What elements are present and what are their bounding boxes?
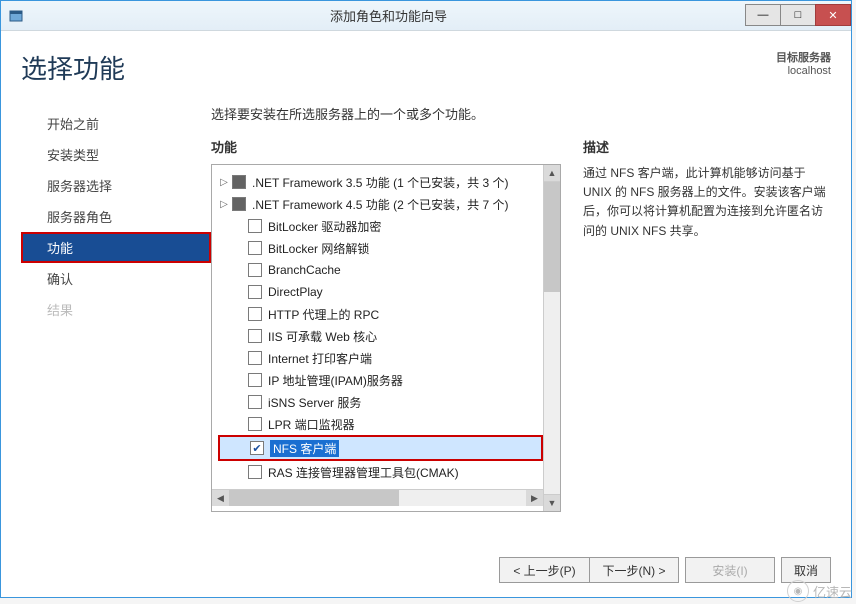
checkbox[interactable] (232, 197, 246, 211)
features-tree-scroll: ▷ .NET Framework 3.5 功能 (1 个已安装，共 3 个) ▷ .N… (212, 165, 543, 511)
page-title: 选择功能 (21, 49, 125, 86)
nav-button-group: < 上一步(P) 下一步(N) > (499, 557, 679, 583)
app-icon (1, 9, 31, 23)
previous-button[interactable]: < 上一步(P) (499, 557, 589, 583)
h-scroll-track[interactable] (229, 490, 526, 506)
checkbox[interactable] (248, 465, 262, 479)
checkbox[interactable] (248, 329, 262, 343)
checkbox[interactable] (248, 263, 262, 277)
titlebar: 添加角色和功能向导 — □ ✕ (1, 1, 851, 31)
scroll-down-icon[interactable]: ▼ (544, 494, 560, 511)
tree-row[interactable]: NFS 客户端 (220, 437, 541, 459)
minimize-button[interactable]: — (745, 4, 781, 26)
tree-row[interactable]: ▷ .NET Framework 4.5 功能 (2 个已安装，共 7 个) (218, 193, 543, 215)
install-button: 安装(I) (685, 557, 775, 583)
window-buttons: — □ ✕ (746, 5, 851, 26)
tree-item-label: RAS 连接管理器管理工具包(CMAK) (268, 464, 459, 481)
description-text: 通过 NFS 客户端，此计算机能够访问基于 UNIX 的 NFS 服务器上的文件… (583, 164, 831, 241)
tree-item-label: IIS 可承载 Web 核心 (268, 328, 377, 345)
description-label: 描述 (583, 137, 831, 156)
tree-row[interactable]: DirectPlay (218, 281, 543, 303)
tree-item-label: iSNS Server 服务 (268, 394, 361, 411)
horizontal-scrollbar[interactable]: ◀ ▶ (212, 489, 543, 506)
checkbox[interactable] (248, 395, 262, 409)
cancel-button[interactable]: 取消 (781, 557, 831, 583)
tree-row[interactable]: Internet 打印客户端 (218, 347, 543, 369)
sidebar-item-install-type[interactable]: 安装类型 (21, 139, 211, 170)
tree-item-label: NFS 客户端 (270, 440, 339, 457)
header-row: 选择功能 目标服务器 localhost (21, 49, 831, 86)
checkbox[interactable] (248, 219, 262, 233)
tree-item-label: IP 地址管理(IPAM)服务器 (268, 372, 403, 389)
checkbox[interactable] (248, 285, 262, 299)
maximize-button[interactable]: □ (780, 4, 816, 26)
instruction-text: 选择要安装在所选服务器上的一个或多个功能。 (211, 104, 831, 123)
sidebar-item-confirm[interactable]: 确认 (21, 263, 211, 294)
scroll-left-icon[interactable]: ◀ (212, 490, 229, 506)
tree-row[interactable]: BranchCache (218, 259, 543, 281)
target-server-box: 目标服务器 localhost (776, 49, 831, 77)
tree-row[interactable]: BitLocker 网络解锁 (218, 237, 543, 259)
main-panel: 选择要安装在所选服务器上的一个或多个功能。 功能 ▷ .NET Framework… (211, 104, 831, 583)
expander-icon[interactable]: ▷ (218, 199, 230, 210)
columns: 功能 ▷ .NET Framework 3.5 功能 (1 个已安装，共 3 个)… (211, 137, 831, 543)
tree-item-label: HTTP 代理上的 RPC (268, 306, 379, 323)
tree-row[interactable]: BitLocker 驱动器加密 (218, 215, 543, 237)
tree-item-label: .NET Framework 4.5 功能 (2 个已安装，共 7 个) (252, 196, 508, 213)
tree-item-label: BitLocker 驱动器加密 (268, 218, 381, 235)
sidebar-item-server-select[interactable]: 服务器选择 (21, 170, 211, 201)
sidebar-item-server-roles[interactable]: 服务器角色 (21, 201, 211, 232)
checkbox[interactable] (248, 241, 262, 255)
vertical-scrollbar[interactable]: ▲ ▼ (543, 165, 560, 511)
footer-buttons: < 上一步(P) 下一步(N) > 安装(I) 取消 (211, 543, 831, 583)
tree-item-label: BitLocker 网络解锁 (268, 240, 369, 257)
tree-row[interactable]: IIS 可承载 Web 核心 (218, 325, 543, 347)
tree-row[interactable]: LPR 端口监视器 (218, 413, 543, 435)
checkbox[interactable] (248, 417, 262, 431)
body-row: 开始之前 安装类型 服务器选择 服务器角色 功能 确认 结果 选择要安装在所选服… (21, 104, 831, 583)
v-scroll-thumb[interactable] (544, 182, 560, 292)
window-title: 添加角色和功能向导 (31, 6, 746, 25)
features-column: 功能 ▷ .NET Framework 3.5 功能 (1 个已安装，共 3 个)… (211, 137, 561, 543)
tree-row[interactable]: IP 地址管理(IPAM)服务器 (218, 369, 543, 391)
tree-item-label: DirectPlay (268, 285, 323, 299)
features-label: 功能 (211, 137, 561, 156)
expander-icon[interactable]: ▷ (218, 177, 230, 188)
tree-row[interactable]: iSNS Server 服务 (218, 391, 543, 413)
tree-row[interactable]: HTTP 代理上的 RPC (218, 303, 543, 325)
target-server-label: 目标服务器 (776, 49, 831, 65)
checkbox[interactable] (248, 373, 262, 387)
tree-row[interactable]: ▷ .NET Framework 3.5 功能 (1 个已安装，共 3 个) (218, 171, 543, 193)
tree-item-label: Internet 打印客户端 (268, 350, 372, 367)
highlighted-selection: NFS 客户端 (218, 435, 543, 461)
target-server-value: localhost (776, 65, 831, 77)
wizard-sidebar: 开始之前 安装类型 服务器选择 服务器角色 功能 确认 结果 (21, 104, 211, 583)
checkbox[interactable] (250, 441, 264, 455)
checkbox[interactable] (232, 175, 246, 189)
close-button[interactable]: ✕ (815, 4, 851, 26)
h-scroll-thumb[interactable] (229, 490, 399, 506)
features-tree-container: ▷ .NET Framework 3.5 功能 (1 个已安装，共 3 个) ▷ .N… (211, 164, 561, 512)
tree-row[interactable]: RAS 连接管理器管理工具包(CMAK) (218, 461, 543, 483)
features-tree[interactable]: ▷ .NET Framework 3.5 功能 (1 个已安装，共 3 个) ▷ .N… (212, 165, 543, 489)
wizard-window: 添加角色和功能向导 — □ ✕ 选择功能 目标服务器 localhost 开始之… (0, 0, 852, 598)
tree-item-label: BranchCache (268, 263, 341, 277)
scroll-right-icon[interactable]: ▶ (526, 490, 543, 506)
sidebar-item-results: 结果 (21, 294, 211, 325)
sidebar-item-features[interactable]: 功能 (21, 232, 211, 263)
sidebar-item-before-begin[interactable]: 开始之前 (21, 108, 211, 139)
description-column: 描述 通过 NFS 客户端，此计算机能够访问基于 UNIX 的 NFS 服务器上… (561, 137, 831, 543)
tree-item-label: LPR 端口监视器 (268, 416, 355, 433)
next-button[interactable]: 下一步(N) > (589, 557, 679, 583)
content-area: 选择功能 目标服务器 localhost 开始之前 安装类型 服务器选择 服务器… (1, 31, 851, 597)
tree-item-label: .NET Framework 3.5 功能 (1 个已安装，共 3 个) (252, 174, 508, 191)
checkbox[interactable] (248, 307, 262, 321)
scroll-up-icon[interactable]: ▲ (544, 165, 560, 182)
checkbox[interactable] (248, 351, 262, 365)
